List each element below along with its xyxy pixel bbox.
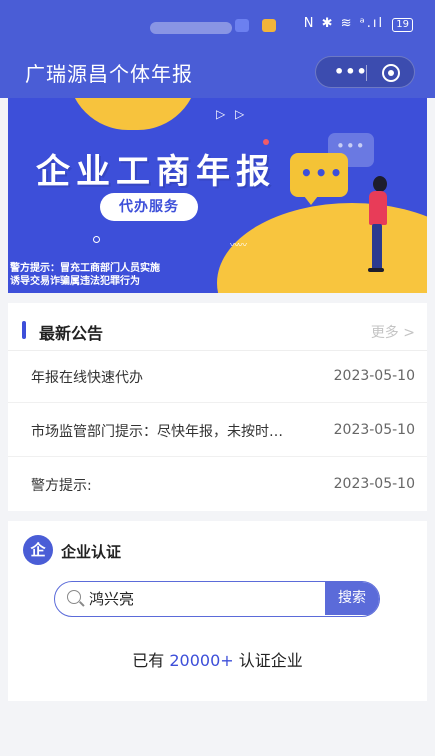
announcement-item[interactable]: 年报在线快速代办 2023-05-10 [8, 351, 427, 403]
certified-count-value: 20000+ [169, 651, 234, 670]
banner-warning-line: 诱导交易诈骗属违法犯罪行为 [10, 276, 140, 287]
status-notification-blur [150, 22, 232, 34]
announcement-item-date: 2023-05-10 [333, 422, 415, 438]
person-illustration [372, 224, 382, 270]
capsule-divider [366, 65, 367, 81]
shield-icon [262, 19, 276, 32]
certified-count: 已有 20000+ 认证企业 [8, 647, 427, 671]
person-illustration [368, 268, 384, 272]
header: N ✱ ≋ ᵃ.ıl 19 广瑞源昌个体年报 ••• [0, 0, 435, 98]
certified-count-suffix: 认证企业 [233, 651, 303, 670]
search-input[interactable] [89, 582, 321, 615]
announcement-item-title: 市场监管部门提示：尽快年报，未按时… [31, 424, 283, 440]
wave-icon: 〰〰 [230, 241, 247, 251]
announcement-item[interactable]: 市场监管部门提示：尽快年报，未按时… 2023-05-10 [8, 405, 427, 457]
play-arrows-icon: ▷ ▷ [216, 107, 248, 121]
close-miniapp-icon[interactable] [382, 64, 400, 82]
announcement-item-date: 2023-05-10 [333, 476, 415, 492]
person-illustration [373, 176, 387, 192]
banner-headline: 企业工商年报 [36, 152, 276, 192]
person-illustration [369, 191, 387, 225]
more-icon[interactable]: ••• [334, 64, 368, 80]
banner-warning: 警方提示：冒充工商部门人员实施 诱导交易诈骗属违法犯罪行为 [10, 262, 160, 288]
enterprise-auth-card: 企 企业认证 搜索 已有 20000+ 认证企业 [8, 521, 427, 701]
banner-decoration [93, 236, 100, 243]
banner-pill: 代办服务 [100, 193, 198, 221]
promo-banner[interactable]: ▷ ▷ 企业工商年报 代办服务 〰〰 ••• ••• 警方提示：冒充工商部门人员… [8, 98, 427, 293]
announcement-item-date: 2023-05-10 [333, 368, 415, 384]
miniapp-capsule: ••• [315, 56, 415, 88]
announcement-card: 最新公告 更多 > 年报在线快速代办 2023-05-10 市场监管部门提示：尽… [8, 303, 427, 511]
announcement-item-title: 年报在线快速代办 [31, 370, 143, 386]
certified-count-prefix: 已有 [132, 651, 170, 670]
banner-decoration [217, 203, 427, 293]
announcement-item-title: 警方提示: [31, 478, 92, 494]
announcement-title: 最新公告 [39, 324, 104, 343]
status-icons: N ✱ ≋ ᵃ.ıl 19 [304, 16, 413, 32]
page-title: 广瑞源昌个体年报 [25, 62, 193, 86]
more-link[interactable]: 更多 > [371, 322, 415, 342]
search-button[interactable]: 搜索 [325, 582, 379, 615]
banner-decoration [68, 98, 198, 130]
search-icon [67, 590, 81, 604]
section-accent-bar [22, 321, 26, 339]
search-bar: 搜索 [54, 581, 380, 617]
battery-icon: 19 [392, 18, 413, 32]
status-bar: N ✱ ≋ ᵃ.ıl 19 [0, 0, 435, 50]
cloud-icon [235, 19, 249, 32]
banner-decoration [263, 139, 269, 145]
banner-warning-line: 警方提示：冒充工商部门人员实施 [10, 263, 160, 274]
signal-icons: N ✱ ≋ ᵃ.ıl [303, 16, 385, 31]
announcement-item[interactable]: 警方提示: 2023-05-10 [8, 459, 427, 511]
announcement-header: 最新公告 更多 > [8, 303, 427, 351]
enterprise-auth-title: 企业认证 [61, 543, 122, 561]
chat-bubble-icon: ••• [290, 153, 348, 205]
enterprise-icon: 企 [23, 535, 53, 565]
